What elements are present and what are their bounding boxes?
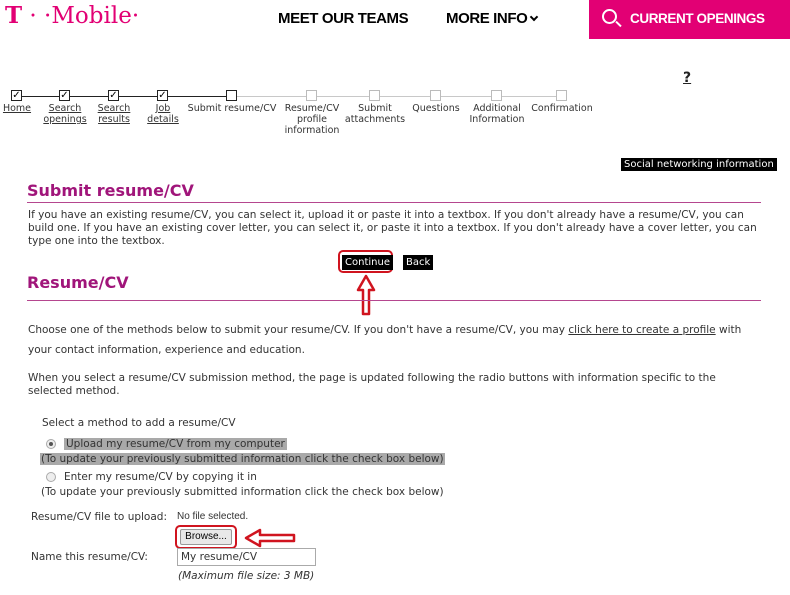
file-upload-label: Resume/CV file to upload: <box>31 511 167 523</box>
method-label: Select a method to add a resume/CV <box>42 417 236 429</box>
create-profile-link[interactable]: click here to create a profile <box>568 324 715 336</box>
annotation-arrow-up-icon <box>356 274 376 316</box>
checkbox-empty-icon <box>369 90 380 101</box>
checkbox-empty-icon <box>491 90 502 101</box>
step-label: Submit resume/CV <box>187 103 277 114</box>
step-connector-done <box>17 96 232 97</box>
resume-name-label: Name this resume/CV: <box>31 551 148 563</box>
browse-button[interactable]: Browse... <box>180 529 232 545</box>
tmobile-logo[interactable]: T · ·Mobile· <box>5 2 139 29</box>
copy-paste-note: (To update your previously submitted inf… <box>41 486 444 498</box>
step-label: Additional Information <box>469 103 525 125</box>
resume-intro: Choose one of the methods below to submi… <box>28 324 742 356</box>
radio-upload[interactable] <box>46 439 56 449</box>
max-file-size-note: (Maximum file size: 3 MB) <box>178 570 315 582</box>
checkbox-empty-icon <box>430 90 441 101</box>
annotation-arrow-left-icon <box>244 528 296 548</box>
social-networking-button[interactable]: Social networking information <box>621 158 777 171</box>
progress-steps: ✓ Home ✓ Search openings ✓ Search results ✓ Job de… <box>0 90 600 140</box>
checkbox-checked-icon: ✓ <box>157 90 168 101</box>
checkbox-empty-icon <box>306 90 317 101</box>
resume-cv-heading: Resume/CV <box>27 273 129 292</box>
step-label[interactable]: Search results <box>98 103 131 125</box>
upload-note: (To update your previously submitted inf… <box>40 453 445 465</box>
resume-name-input[interactable] <box>177 548 316 566</box>
help-link[interactable]: ? <box>683 70 691 86</box>
heading-divider <box>27 202 761 203</box>
checkbox-empty-icon <box>556 90 567 101</box>
heading-divider <box>27 300 761 301</box>
nav-meet-our-teams[interactable]: MEET OUR TEAMS <box>278 10 409 27</box>
nav-more-info[interactable]: MORE INFO <box>446 10 539 27</box>
step-label[interactable]: Job details <box>147 103 179 125</box>
radio-copy-paste-label[interactable]: Enter my resume/CV by copying it in <box>64 471 257 483</box>
site-header: T · ·Mobile· MEET OUR TEAMS MORE INFO CU… <box>0 0 790 40</box>
current-openings-button[interactable]: CURRENT OPENINGS <box>589 0 790 39</box>
submit-resume-heading: Submit resume/CV <box>27 181 194 200</box>
update-note: When you select a resume/CV submission m… <box>28 372 716 397</box>
radio-upload-label[interactable]: Upload my resume/CV from my computer <box>64 438 287 450</box>
chevron-down-icon <box>530 12 539 22</box>
radio-copy-paste[interactable] <box>46 472 56 482</box>
step-label: Confirmation <box>531 103 593 114</box>
checkbox-checked-icon: ✓ <box>59 90 70 101</box>
step-label[interactable]: Search openings <box>43 103 86 125</box>
back-button[interactable]: Back <box>403 255 434 270</box>
step-connector-todo <box>232 96 562 97</box>
checkbox-checked-icon: ✓ <box>11 90 22 101</box>
checkbox-empty-icon <box>226 90 237 101</box>
step-label: Resume/CV profile information <box>284 103 340 136</box>
continue-button[interactable]: Continue <box>342 255 393 270</box>
submit-description: If you have an existing resume/CV, you c… <box>28 209 757 247</box>
step-label: Questions <box>412 103 460 114</box>
file-status: No file selected. <box>177 511 249 522</box>
search-icon <box>602 9 617 24</box>
step-label[interactable]: Home <box>3 103 31 114</box>
checkbox-checked-icon: ✓ <box>108 90 119 101</box>
step-label: Submit attachments <box>344 103 406 125</box>
